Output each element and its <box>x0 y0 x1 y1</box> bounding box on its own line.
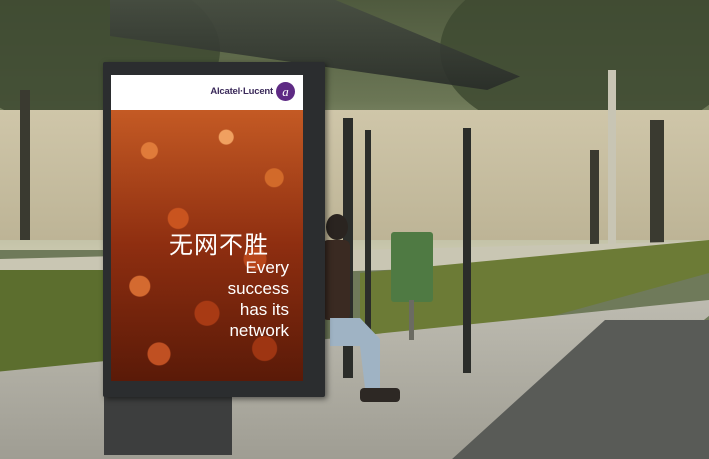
poster-header: Alcatel·Lucent a <box>111 75 303 110</box>
shelter-post <box>463 128 471 373</box>
slogan-line: success <box>227 279 289 298</box>
brand-name: Alcatel·Lucent <box>210 86 273 97</box>
person-head <box>326 214 348 240</box>
slogan-english: Every success has its network <box>179 257 289 341</box>
slogan-line: network <box>229 321 289 340</box>
tree-trunk <box>650 120 664 245</box>
alcatel-lucent-logo-icon: a <box>276 82 295 101</box>
slogan-line: has its <box>239 300 289 319</box>
advertisement-poster: Alcatel·Lucent a 无网不胜 Every success has … <box>111 75 303 381</box>
trash-bin <box>391 232 433 302</box>
shelter-post <box>365 130 371 330</box>
seated-person <box>322 240 350 320</box>
person-shoes <box>360 388 400 402</box>
street-scene: Alcatel·Lucent a 无网不胜 Every success has … <box>0 0 709 459</box>
tree-trunk <box>590 150 599 250</box>
trash-bin-post <box>409 300 414 340</box>
tree-trunk <box>20 90 30 240</box>
slogan-chinese: 无网不胜 <box>169 231 269 259</box>
slogan-line: Every <box>245 258 289 277</box>
